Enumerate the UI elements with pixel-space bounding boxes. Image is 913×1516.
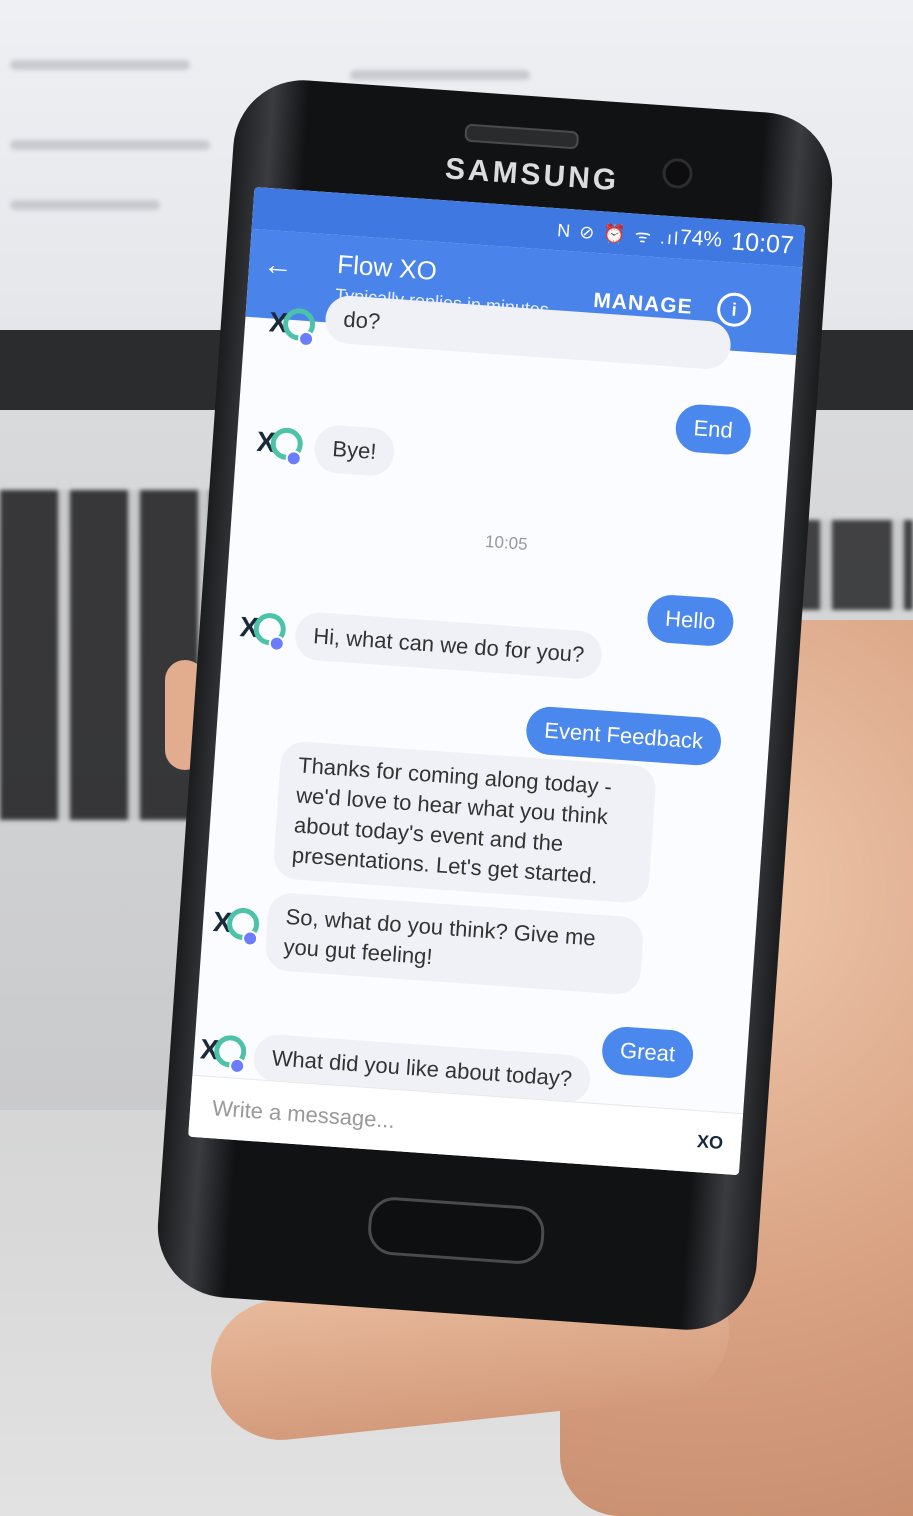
blurred-text [10, 60, 190, 70]
bot-avatar-icon: X [268, 302, 317, 348]
blurred-text [10, 200, 160, 210]
message-list[interactable]: X do? End X Bye! 10:05 Hello X Hi, what … [192, 294, 796, 1114]
earpiece-speaker [464, 123, 580, 150]
home-button[interactable] [366, 1195, 547, 1266]
bot-avatar-icon: X [199, 1029, 248, 1075]
bot-message: So, what do you think? Give me you gut f… [263, 891, 645, 996]
status-clock: 10:07 [730, 227, 795, 260]
message-input[interactable]: Write a message... [211, 1095, 395, 1134]
status-icons: N ⊘ ⏰ ᯤ .ıl [556, 220, 681, 249]
bot-avatar-icon: X [212, 902, 261, 948]
flowxo-logo-icon[interactable]: XO [696, 1131, 723, 1154]
bot-message: Thanks for coming along today - we'd lov… [272, 740, 658, 905]
info-icon[interactable]: i [716, 291, 753, 328]
bot-message: Hi, what can we do for you? [293, 610, 604, 681]
message-timestamp: 10:05 [484, 531, 529, 554]
bot-avatar-icon: X [238, 607, 287, 653]
user-message: End [674, 402, 753, 457]
battery-level: 74% [679, 225, 723, 252]
phone-screen: N ⊘ ⏰ ᯤ .ıl 74% 10:07 ← Flow XO Typicall… [188, 186, 806, 1176]
user-message: Hello [645, 593, 735, 648]
user-message: Great [600, 1025, 695, 1080]
user-message: Event Feedback [524, 705, 723, 767]
blurred-text [10, 140, 210, 150]
bot-message: Bye! [312, 423, 397, 478]
back-arrow-icon[interactable]: ← [262, 248, 294, 284]
chat-title: Flow XO [336, 248, 438, 286]
bot-avatar-icon: X [255, 422, 304, 467]
smartphone: SAMSUNG N ⊘ ⏰ ᯤ .ıl 74% 10:07 ← Flow XO … [153, 75, 837, 1335]
blurred-text [350, 70, 530, 80]
